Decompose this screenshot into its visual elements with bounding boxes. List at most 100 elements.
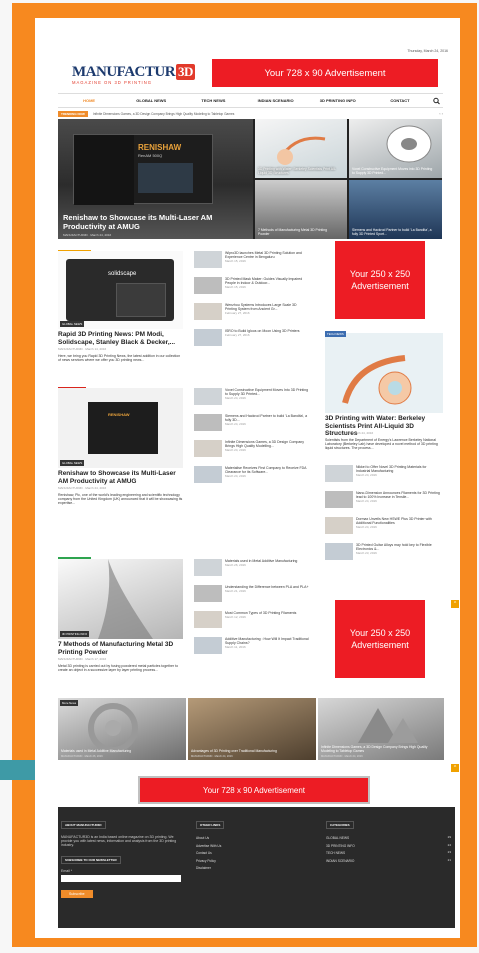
category-name: GLOBAL NEWS xyxy=(326,836,350,840)
list-item[interactable]: Nikkei to Offer Novel 3D Printing Materi… xyxy=(325,465,443,485)
hero-tile-4[interactable]: Siemens and Hackrod Partner to build 'La… xyxy=(349,180,442,239)
block3-excerpt: Metal 3D printing is carried out by fusi… xyxy=(58,664,179,673)
machine-image: RENISHAW RenAM 500Q xyxy=(73,134,213,205)
bottom-ad-banner[interactable]: Your 728 x 90 Advertisement xyxy=(138,776,370,804)
hero-tile-3[interactable]: 7 Methods of Manufacturing Metal 3D Prin… xyxy=(255,180,347,239)
list-item-thumbnail xyxy=(194,388,222,405)
search-icon[interactable] xyxy=(431,97,443,105)
footer-category-row[interactable]: TECH NEWS 23 xyxy=(326,850,451,858)
block3-title[interactable]: 7 Methods of Manufacturing Metal 3D Prin… xyxy=(58,641,183,656)
bottom-tile-3[interactable]: Infinite Dimensions Games, a 3D Design C… xyxy=(318,698,444,760)
list-item[interactable]: 3D Printed Guitar Alloys may hold key to… xyxy=(325,543,443,563)
bottom-tile-1-meta: MANUFACTUR3D · March 26, 2016 xyxy=(61,755,103,758)
side-ad-2[interactable]: Your 250 x 250 Advertisement xyxy=(335,600,425,678)
hero-tile-1[interactable]: 3D Printing with Water: Berkeley Scienti… xyxy=(255,119,347,178)
scroll-up-icon[interactable]: ^ xyxy=(451,600,459,608)
block1-image[interactable]: solidscape GLOBAL NEWS xyxy=(58,251,183,329)
list-item[interactable]: Wenzhou Systems Introduces Large Scale 3… xyxy=(194,303,314,323)
email-field[interactable] xyxy=(61,874,181,882)
trending-text[interactable]: Infinite Dimensions Games, a 3D Design C… xyxy=(93,112,235,116)
bottom-tile-2-meta: MANUFACTUR3D · March 24, 2016 xyxy=(191,755,233,758)
list-item[interactable]: Materialise Receives First Company to Re… xyxy=(194,466,314,486)
footer-link[interactable]: About Us xyxy=(196,835,296,843)
nav-tech-news[interactable]: TECH NEWS xyxy=(182,98,244,103)
list-item-date: March 15, 2016 xyxy=(225,285,246,290)
email-label: Email * xyxy=(61,868,73,873)
bottom-tile-1-title: Materials used in Metal Additive Manufac… xyxy=(61,749,132,753)
nav-3d-printing-info[interactable]: 3D PRINTING INFO xyxy=(307,98,369,103)
hero-tile-1-title: 3D Printing with Water: Berkeley Scienti… xyxy=(258,167,336,175)
list-item[interactable]: Additive Manufacturing : How Will It Imp… xyxy=(194,637,314,657)
list-item-thumbnail xyxy=(325,543,353,560)
hero-grid: RENISHAW RenAM 500Q Renishaw to Showcase… xyxy=(58,119,442,239)
category-count: 23 xyxy=(447,850,451,854)
block1-title[interactable]: Rapid 3D Printing News: PM Modi, Solidsc… xyxy=(58,331,183,346)
block2-excerpt: Renishaw, Plc, one of the world's leadin… xyxy=(58,493,183,506)
list-item-title: Siemens and Hackrod Partner to build 'La… xyxy=(225,414,308,423)
sidebar-feature-image[interactable]: TECH NEWS xyxy=(325,331,443,413)
list-item-title: Infinite Dimensions Games, a 3D Design C… xyxy=(225,440,304,449)
block1-badge: GLOBAL NEWS xyxy=(60,321,85,327)
list-item[interactable]: Nano-Dimension Announces Filaments for 3… xyxy=(325,491,443,511)
list-item-thumbnail xyxy=(194,251,222,268)
header-date: Thursday, March 24, 2016 xyxy=(407,49,448,53)
subscribe-heading: SUBSCRIBE TO OUR NEWSLETTER xyxy=(61,855,121,864)
nav-indian-scenario[interactable]: INDIAN SCENARIO xyxy=(245,98,307,103)
list-item-title: Voxel Constructive Equipment Moves Into … xyxy=(225,388,309,397)
list-item-date: March 24, 2016 xyxy=(225,448,246,453)
list-item-date: February 27, 2016 xyxy=(225,311,250,316)
footer-about: ABOUT MANUFACTUR3D MANUFACTUR3D is an In… xyxy=(61,813,181,900)
site-logo[interactable]: MANUFACTUR 3D MAGAZINE ON 3D PRINTING xyxy=(72,63,195,85)
list-item-title: Wipro3D launches Metal 3D Printing Solut… xyxy=(225,251,302,260)
list-item-date: March 24, 2016 xyxy=(225,396,246,401)
hero-tile-2-title: Voxel Constructive Equipment Moves into … xyxy=(352,167,433,175)
nav-home[interactable]: HOME xyxy=(58,98,120,103)
footer-link[interactable]: Advertise With Us xyxy=(196,843,296,851)
list-item[interactable]: Infinite Dimensions Games, a 3D Design C… xyxy=(194,440,314,460)
about-text: MANUFACTUR3D is an India based online ma… xyxy=(61,835,177,848)
list-item[interactable]: 3D Printed Mask Maker: Guides Visually I… xyxy=(194,277,314,297)
subscribe-button[interactable]: Subscribe xyxy=(61,889,93,898)
nav-contact[interactable]: CONTACT xyxy=(369,98,431,103)
footer-category-row[interactable]: INDIAN SCENARIO 21 xyxy=(326,858,451,866)
list-item[interactable]: Most Common Types of 3D Printing Filamen… xyxy=(194,611,314,631)
list-item[interactable]: Siemens and Hackrod Partner to build 'La… xyxy=(194,414,314,434)
category-count: 21 xyxy=(447,857,451,862)
list-item-date: March 23, 2016 xyxy=(356,551,377,556)
nav-global-news[interactable]: GLOBAL NEWS xyxy=(120,98,182,103)
list-item-date: March 24, 2016 xyxy=(225,422,246,427)
hero-tile-2[interactable]: Voxel Constructive Equipment Moves into … xyxy=(349,119,442,178)
list-item[interactable]: Wipro3D launches Metal 3D Printing Solut… xyxy=(194,251,314,271)
footer-link[interactable]: Disclaimer xyxy=(196,865,296,873)
list-item-thumbnail xyxy=(325,491,353,508)
block1-excerpt: Here, we bring you Rapid 3D Printing New… xyxy=(58,354,181,363)
list-item-thumbnail xyxy=(194,559,222,576)
list-item[interactable]: Dormax Unveils New HSWE Plus 3D Printer … xyxy=(325,517,443,537)
top-ad-banner[interactable]: Your 728 x 90 Advertisement xyxy=(212,59,438,87)
list-item-date: March 12, 2016 xyxy=(225,615,246,620)
list-item[interactable]: Understanding the Difference between PLA… xyxy=(194,585,314,605)
main-nav: HOME GLOBAL NEWS TECH NEWS INDIAN SCENAR… xyxy=(58,93,443,108)
bottom-tile-2[interactable]: Advantages of 3D Printing over Tradition… xyxy=(188,698,316,760)
list-item[interactable]: Voxel Constructive Equipment Moves Into … xyxy=(194,388,314,408)
block2-badge: GLOBAL NEWS xyxy=(60,460,85,466)
block2-title[interactable]: Renishaw to Showcase its Multi-Laser AM … xyxy=(58,470,183,485)
footer-link[interactable]: Privacy Policy xyxy=(196,858,296,866)
hero-main-card[interactable]: RENISHAW RenAM 500Q Renishaw to Showcase… xyxy=(58,119,253,239)
list-item-title: 3D Printed Mask Maker: Guides Visually I… xyxy=(225,277,303,286)
trending-arrows-icon[interactable]: ‹ › xyxy=(439,111,443,116)
footer-link[interactable]: Contact Us xyxy=(196,850,296,858)
block3-image[interactable]: 3D PRINTING INFO xyxy=(58,559,183,639)
bottom-section-label: More News xyxy=(60,700,79,706)
footer-category-row[interactable]: 3D PRINTING INFO 24 xyxy=(326,843,451,851)
hero-main-meta: MANUFACTUR3D · March 24, 2016 xyxy=(63,233,112,237)
list-item[interactable]: Materials used in Metal Additive Manufac… xyxy=(194,559,314,579)
category-count: 29 xyxy=(447,835,451,839)
footer-category-row[interactable]: GLOBAL NEWS 29 xyxy=(326,835,451,843)
bottom-tile-1[interactable]: More News Materials used in Metal Additi… xyxy=(58,698,186,760)
side-ad-1[interactable]: Your 250 x 250 Advertisement xyxy=(335,241,425,319)
footer: ABOUT MANUFACTUR3D MANUFACTUR3D is an In… xyxy=(58,807,455,928)
block2-image[interactable]: RENISHAW GLOBAL NEWS xyxy=(58,388,183,468)
list-item[interactable]: ISRO to Build Igloos on Moon Using 3D Pr… xyxy=(194,329,314,349)
scroll-up-icon-2[interactable]: ^ xyxy=(451,764,459,772)
